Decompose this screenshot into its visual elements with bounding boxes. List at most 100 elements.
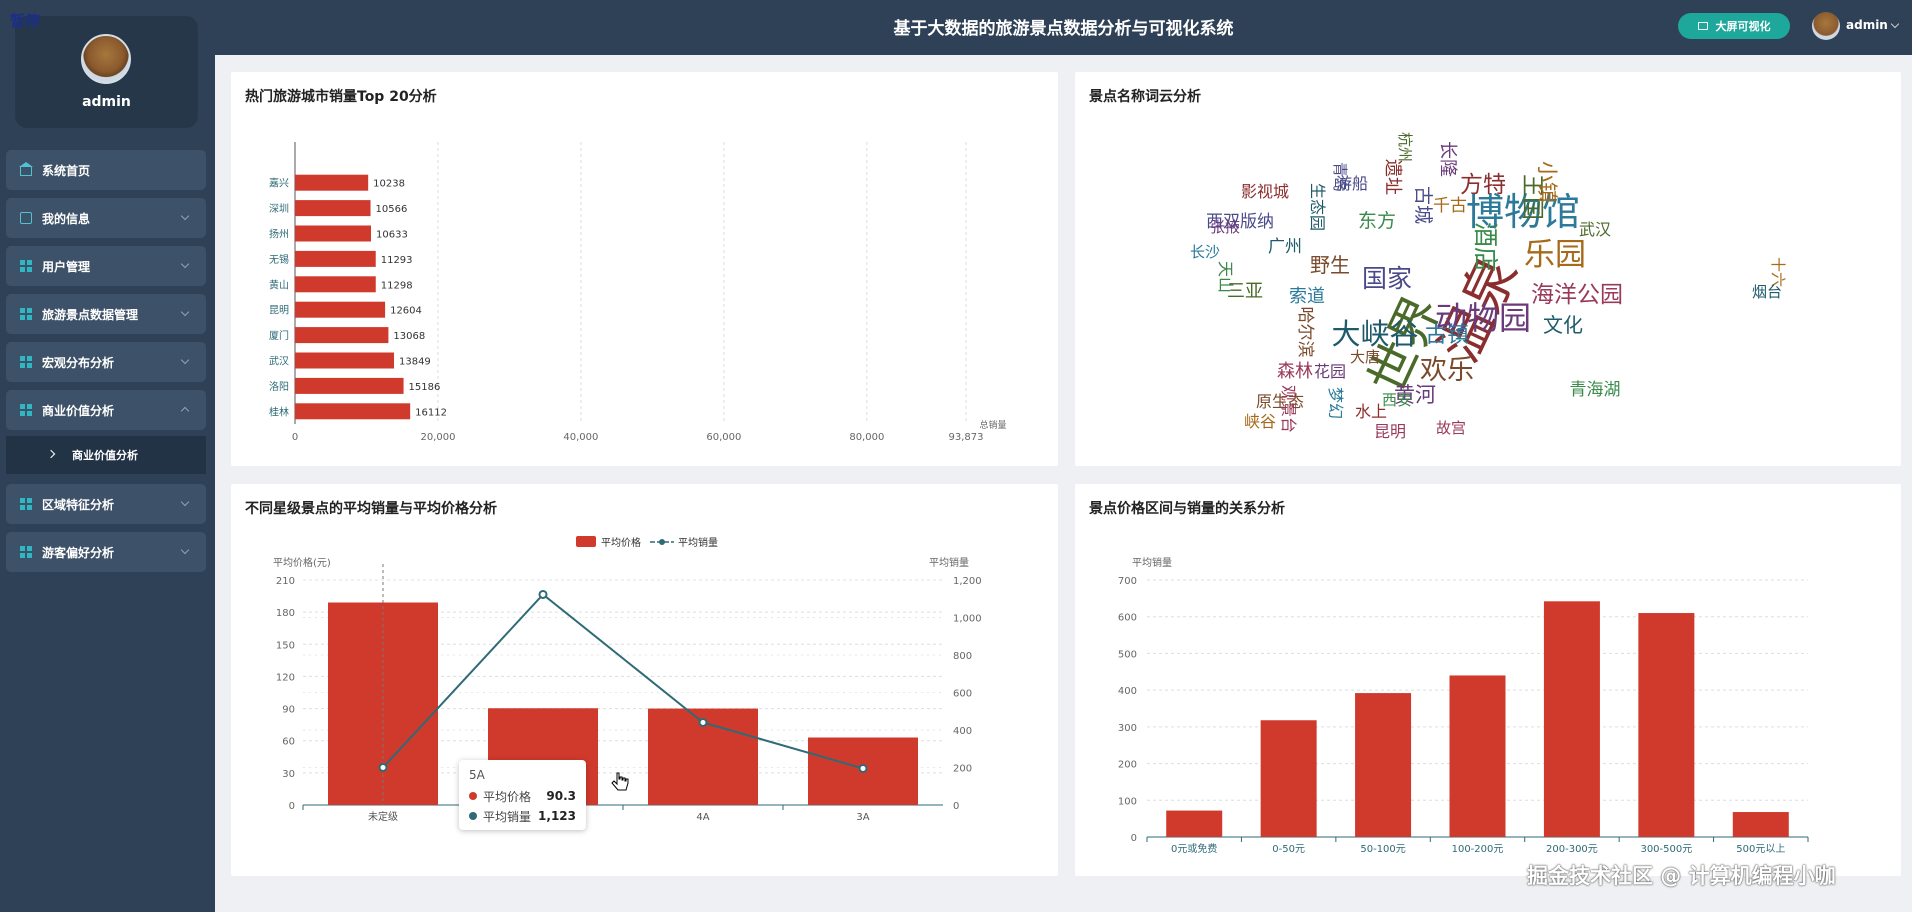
line-point bbox=[378, 763, 388, 772]
header: 基于大数据的旅游景点数据分析与可视化系统 大屏可视化 admin bbox=[215, 0, 1912, 55]
bar bbox=[1449, 675, 1506, 837]
legend-marker bbox=[659, 539, 665, 545]
y-tick-label: 100 bbox=[1118, 796, 1137, 807]
grid-icon bbox=[20, 404, 32, 416]
legend-label: 平均销量 bbox=[678, 536, 718, 549]
page-title: 基于大数据的旅游景点数据分析与可视化系统 bbox=[893, 19, 1234, 39]
sidebar-item-label: 商业价值分析 bbox=[42, 403, 115, 418]
grid-icon bbox=[20, 260, 32, 272]
word: 酒店 bbox=[1471, 222, 1500, 272]
y-tick-label: 700 bbox=[1118, 576, 1137, 587]
y-tick-label-right: 1,000 bbox=[953, 614, 982, 625]
word: 索道 bbox=[1289, 286, 1325, 307]
x-tick-label: 0元或免费 bbox=[1171, 842, 1217, 855]
word: 文化 bbox=[1543, 313, 1583, 337]
y-tick-label: 0 bbox=[289, 801, 295, 812]
word: 生态园 bbox=[1308, 183, 1327, 231]
grid-icon bbox=[20, 498, 32, 510]
data-label: 13849 bbox=[399, 357, 431, 368]
sidebar-item-home[interactable]: 系统首页 bbox=[6, 150, 206, 190]
y-tick-label: 深圳 bbox=[269, 203, 289, 215]
line-point bbox=[698, 718, 708, 727]
y-tick-label: 武汉 bbox=[269, 355, 289, 368]
sidebar-item-label: 系统首页 bbox=[42, 163, 91, 178]
id-card-icon bbox=[20, 212, 32, 224]
x-tick-label: 0 bbox=[292, 432, 298, 443]
data-label: 10633 bbox=[376, 230, 408, 241]
tooltip-label: 平均价格 bbox=[483, 789, 532, 804]
sidebar-item-users[interactable]: 用户管理 bbox=[6, 246, 206, 286]
tooltip-row: 平均价格 90.3 bbox=[469, 786, 576, 806]
sidebar-menu: 系统首页 我的信息 用户管理 旅游景点数据管理 宏观分布分析 商业价值分析 商业… bbox=[6, 150, 206, 580]
y-tick-label: 30 bbox=[282, 769, 295, 780]
bigscreen-label: 大屏可视化 bbox=[1715, 20, 1771, 33]
panel-wordcloud: 景点名称词云分析 温泉 世界 博物馆 动物园 乐园 大峡谷 欢乐 国家 酒店 海洋公园 方特 王国 古镇… bbox=[1075, 72, 1901, 466]
sidebar-item-visitor-preference[interactable]: 游客偏好分析 bbox=[6, 532, 206, 572]
panel-star-level: 不同星级景点的平均销量与平均价格分析 平均价格 平均销量 平均价格(元) 平均销量 0 3… bbox=[231, 484, 1058, 876]
x-tick-label: 未定级 bbox=[368, 810, 398, 823]
y-tick-label: 厦门 bbox=[269, 329, 289, 342]
chevron-up-icon bbox=[180, 406, 190, 416]
monitor-icon bbox=[1697, 22, 1708, 30]
header-username[interactable]: admin bbox=[1846, 18, 1888, 32]
y-tick-label: 200 bbox=[1118, 760, 1137, 771]
x-tick-label: 50-100元 bbox=[1360, 844, 1405, 855]
x-tick-label: 80,000 bbox=[849, 432, 884, 443]
series-line bbox=[382, 593, 864, 770]
tooltip-title: 5A bbox=[469, 768, 485, 782]
word: 昆明 bbox=[1374, 422, 1406, 441]
tooltip-label: 平均销量 bbox=[483, 809, 532, 824]
y-tick-label-right: 1,200 bbox=[953, 576, 982, 587]
bar bbox=[295, 352, 394, 369]
y-tick-label: 0 bbox=[1131, 833, 1137, 844]
bigscreen-button[interactable]: 大屏可视化 bbox=[1678, 13, 1790, 39]
y-tick-label: 400 bbox=[1118, 686, 1137, 697]
x-tick-label: 500元以上 bbox=[1736, 843, 1785, 855]
sidebar-item-business-value[interactable]: 商业价值分析 bbox=[6, 390, 206, 430]
chart-star-level[interactable]: 平均价格 平均销量平均价格(元) 平均销量030609012015018021002… bbox=[231, 484, 1058, 876]
bar bbox=[295, 250, 376, 267]
sidebar: admin 系统首页 我的信息 用户管理 旅游景点数据管理 宏观分布分析 商业价… bbox=[0, 0, 215, 912]
sidebar-item-regional[interactable]: 区域特征分析 bbox=[6, 484, 206, 524]
word: 古城 bbox=[1412, 186, 1434, 224]
x-tick-label: 93,873 bbox=[949, 432, 984, 443]
y-axis-label-left: 平均价格(元) bbox=[273, 556, 331, 569]
sidebar-item-my-info[interactable]: 我的信息 bbox=[6, 198, 206, 238]
sidebar-subitem-business-value[interactable]: 商业价值分析 bbox=[6, 436, 206, 474]
word: 大峡谷 bbox=[1331, 317, 1418, 351]
word: 长沙 bbox=[1190, 243, 1220, 261]
chevron-down-icon bbox=[180, 211, 190, 221]
y-tick-label-right: 200 bbox=[953, 764, 972, 775]
word: 小镇 bbox=[1535, 161, 1559, 203]
chart-top-cities[interactable]: 0 20,000 40,000 60,000 80,000 93,873总销量 嘉兴 1023… bbox=[231, 72, 1058, 466]
grid-icon bbox=[20, 356, 32, 368]
chart-price-range[interactable]: 平均销量 0 100 200 300 400 500 600 700 0元或免费 0-50元 50-1… bbox=[1075, 484, 1901, 876]
chevron-right-icon bbox=[46, 449, 56, 459]
word: 西安 bbox=[1382, 391, 1412, 409]
word: 峡谷 bbox=[1244, 412, 1276, 431]
tooltip-value: 1,123 bbox=[538, 809, 576, 823]
tooltip-value: 90.3 bbox=[546, 789, 576, 803]
word: 国家 bbox=[1362, 264, 1412, 293]
y-tick-label-right: 600 bbox=[953, 689, 972, 700]
word: 烟台 bbox=[1752, 283, 1782, 301]
bar bbox=[295, 174, 369, 191]
sidebar-item-macro-distribution[interactable]: 宏观分布分析 bbox=[6, 342, 206, 382]
sidebar-item-spots-data[interactable]: 旅游景点数据管理 bbox=[6, 294, 206, 334]
y-tick-label-right: 0 bbox=[953, 801, 959, 812]
x-axis-label: 总销量 bbox=[979, 419, 1006, 431]
bar bbox=[1543, 601, 1600, 837]
tooltip-row: 平均销量 1,123 bbox=[469, 806, 576, 826]
avatar[interactable] bbox=[81, 34, 131, 84]
data-label: 10566 bbox=[376, 204, 408, 215]
word: 原生态 bbox=[1256, 392, 1304, 411]
bar bbox=[1166, 810, 1223, 837]
word: 野生 bbox=[1310, 253, 1350, 277]
word: 武汉 bbox=[1579, 220, 1611, 239]
panel-top-cities: 热门旅游城市销量Top 20分析 0 20,000 40,000 60,000 80,0… bbox=[231, 72, 1058, 466]
chart-wordcloud[interactable]: 温泉世界博物馆动物园乐园大峡谷欢乐国家酒店海洋公园方特 王国古镇黄河小镇文化野生古… bbox=[1075, 72, 1901, 466]
y-tick-label: 600 bbox=[1118, 613, 1137, 624]
word: 大唐 bbox=[1350, 348, 1380, 366]
header-avatar[interactable] bbox=[1812, 12, 1840, 40]
y-tick-label: 无锡 bbox=[269, 253, 289, 266]
